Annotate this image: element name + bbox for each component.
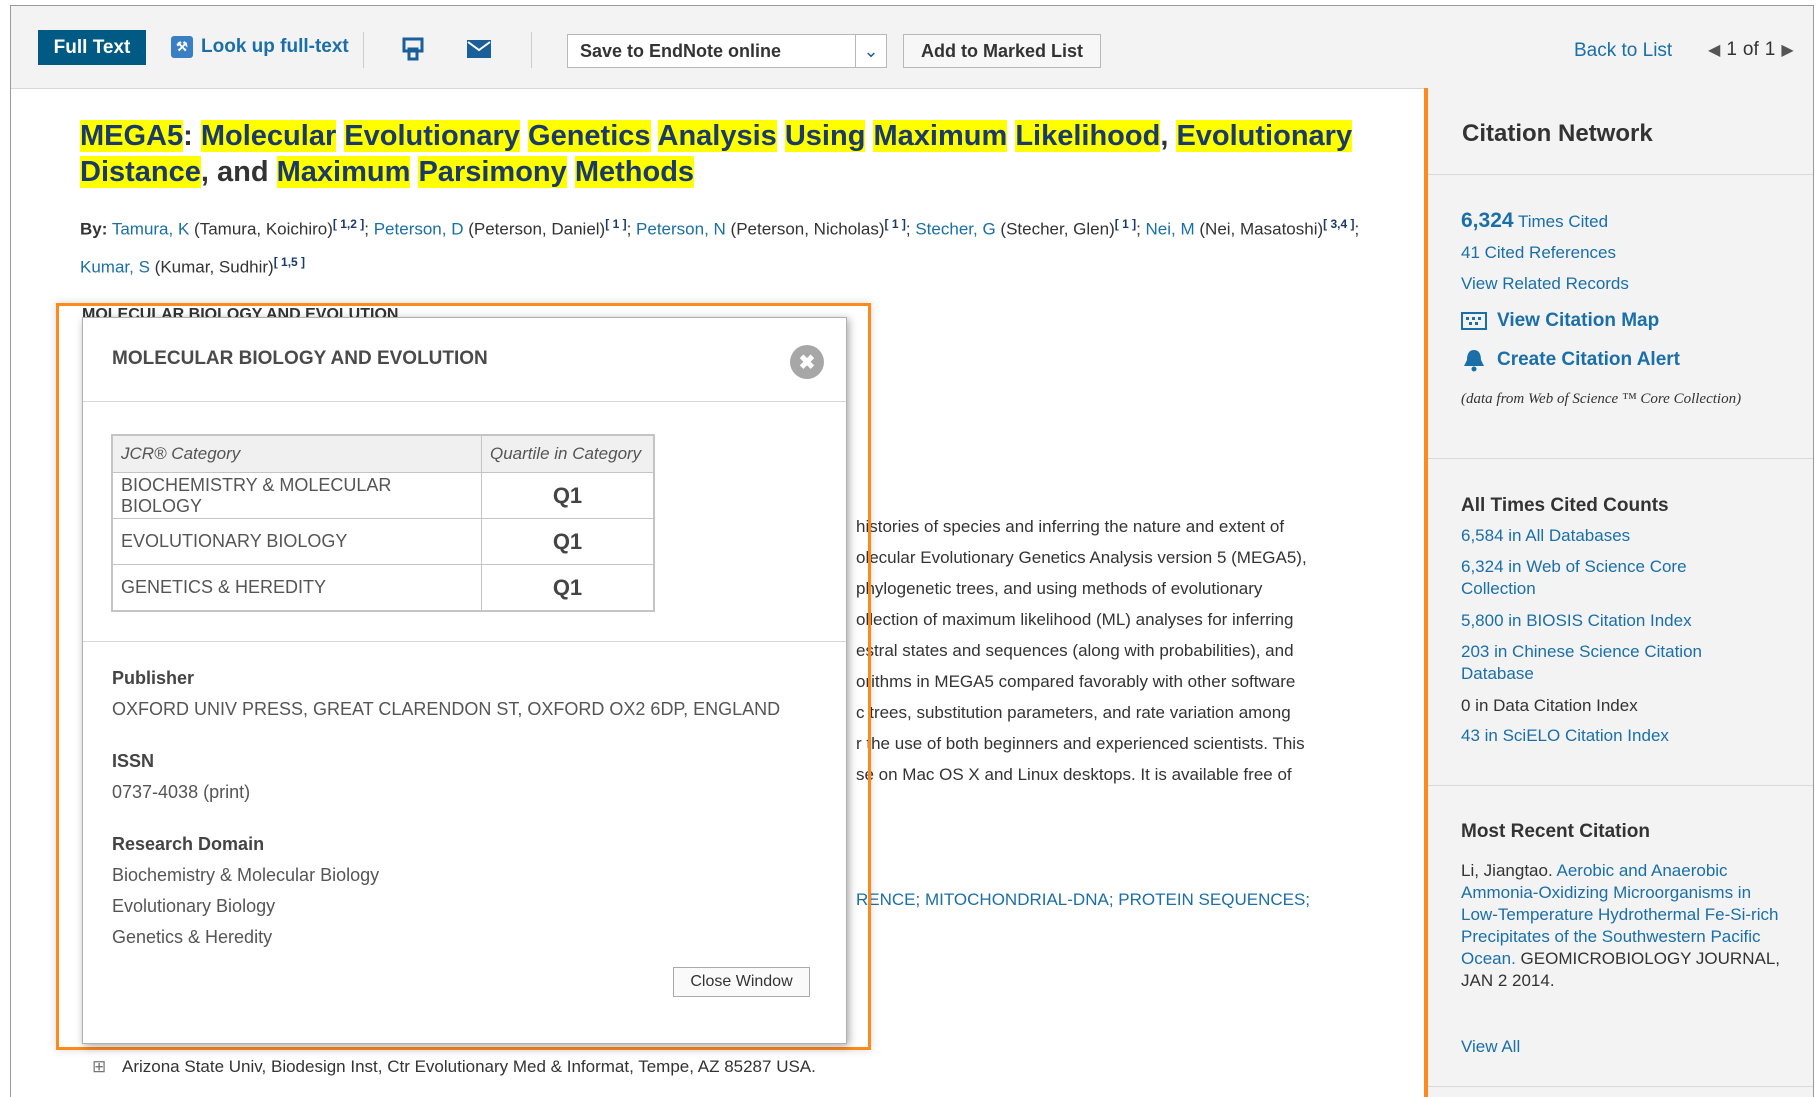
close-icon[interactable]: ✖: [790, 345, 824, 379]
email-icon[interactable]: [465, 36, 493, 62]
times-cited-link[interactable]: 6,324 Times Cited: [1461, 210, 1608, 233]
back-to-list-link[interactable]: Back to List: [1574, 40, 1672, 62]
next-arrow-icon[interactable]: ▶: [1781, 40, 1793, 60]
endnote-label: Save to EndNote online: [580, 40, 782, 61]
author-link[interactable]: Nei, M: [1146, 220, 1195, 239]
lookup-icon: ⚒: [171, 36, 193, 58]
all-times-cited-title: All Times Cited Counts: [1461, 495, 1669, 516]
address-text: Arizona State Univ, Biodesign Inst, Ctr …: [122, 1057, 816, 1076]
cited-references-link[interactable]: 41 Cited References: [1461, 242, 1616, 264]
record-main: MEGA5: Molecular Evolutionary Genetics A…: [80, 118, 1360, 283]
create-citation-alert-link[interactable]: Create Citation Alert: [1461, 348, 1680, 372]
add-to-marked-list-button[interactable]: Add to Marked List: [903, 34, 1101, 68]
issn-label: ISSN: [112, 751, 155, 771]
previous-arrow-icon[interactable]: ◀: [1708, 40, 1720, 60]
expand-plus-icon[interactable]: ⊞: [92, 1057, 106, 1077]
divider: [83, 641, 846, 642]
most-recent-citation-title: Most Recent Citation: [1461, 821, 1650, 842]
author-list: By: Tamura, K (Tamura, Koichiro)[ 1,2 ];…: [80, 217, 1360, 277]
research-domain-item: Genetics & Heredity: [112, 927, 273, 947]
author-link[interactable]: Peterson, N: [636, 220, 726, 239]
pager: ◀ 1 of 1 ▶: [1708, 39, 1794, 61]
divider: [83, 401, 846, 402]
chevron-down-icon[interactable]: ⌄: [855, 35, 886, 67]
count-data-citation: 0 in Data Citation Index: [1461, 696, 1638, 715]
recent-citation-author: Li, Jiangtao.: [1461, 861, 1553, 880]
view-related-records-link[interactable]: View Related Records: [1461, 273, 1629, 295]
count-chinese-science[interactable]: 203 in Chinese Science Citation Database: [1461, 641, 1761, 685]
popup-title: MOLECULAR BIOLOGY AND EVOLUTION: [112, 348, 488, 369]
page-title: MEGA5: Molecular Evolutionary Genetics A…: [80, 120, 1353, 188]
author-link[interactable]: Kumar, S: [80, 257, 150, 276]
divider: [1428, 174, 1813, 175]
publisher-label: Publisher: [112, 668, 195, 688]
view-citation-map-link[interactable]: View Citation Map: [1461, 310, 1659, 332]
issn-value: 0737-4038 (print): [112, 782, 251, 802]
count-biosis[interactable]: 5,800 in BIOSIS Citation Index: [1461, 610, 1801, 632]
journal-info-popup: MOLECULAR BIOLOGY AND EVOLUTION ✖ JCR® C…: [82, 317, 847, 1044]
table-row: EVOLUTIONARY BIOLOGY Q1: [111, 518, 655, 565]
author-link[interactable]: Tamura, K: [112, 220, 189, 239]
bell-icon: [1464, 350, 1484, 372]
table-row: BIOCHEMISTRY & MOLECULAR BIOLOGY Q1: [111, 472, 655, 519]
print-icon[interactable]: [399, 36, 427, 62]
col-header-quartile: Quartile in Category: [481, 434, 655, 473]
citation-map-icon: [1461, 312, 1487, 330]
author-link[interactable]: Stecher, G: [915, 220, 995, 239]
toolbar-divider: [531, 32, 532, 68]
lookup-label: Look up full-text: [201, 36, 349, 57]
divider: [1428, 1086, 1813, 1087]
toolbar-divider: [363, 32, 364, 68]
col-header-category: JCR® Category: [111, 434, 482, 473]
save-to-endnote-select[interactable]: Save to EndNote online ⌄: [567, 34, 887, 68]
table-row: GENETICS & HEREDITY Q1: [111, 564, 655, 612]
page-of: of: [1742, 39, 1759, 60]
research-domain-item: Evolutionary Biology: [112, 896, 276, 916]
count-all-databases[interactable]: 6,584 in All Databases: [1461, 525, 1801, 547]
author-link[interactable]: Peterson, D: [374, 220, 464, 239]
page-total: 1: [1764, 39, 1776, 60]
citation-network-sidebar: Citation Network 6,324 Times Cited 41 Ci…: [1424, 88, 1813, 1097]
close-window-button[interactable]: Close Window: [673, 967, 810, 997]
recent-citation: Li, Jiangtao. Aerobic and Anaerobic Ammo…: [1461, 860, 1781, 992]
data-source-note: (data from Web of Science ™ Core Collect…: [1461, 391, 1742, 407]
divider: [1428, 458, 1813, 459]
publisher-value: OXFORD UNIV PRESS, GREAT CLARENDON ST, O…: [112, 699, 781, 719]
research-domain-label: Research Domain: [112, 834, 265, 854]
lookup-full-text-link[interactable]: ⚒ Look up full-text: [171, 36, 349, 58]
research-domain-item: Biochemistry & Molecular Biology: [112, 865, 380, 885]
keywords-plus[interactable]: RENCE; MITOCHONDRIAL-DNA; PROTEIN SEQUEN…: [856, 890, 1310, 910]
page-current: 1: [1726, 39, 1737, 60]
count-scielo[interactable]: 43 in SciELO Citation Index: [1461, 725, 1669, 747]
sidebar-title: Citation Network: [1462, 120, 1653, 147]
count-wos-core[interactable]: 6,324 in Web of Science Core Collection: [1461, 556, 1751, 600]
full-text-button[interactable]: Full Text: [38, 30, 146, 65]
view-all-link[interactable]: View All: [1461, 1036, 1520, 1058]
toolbar: Full Text ⚒ Look up full-text Save to En…: [11, 6, 1813, 89]
jcr-category-table: JCR® Category Quartile in Category BIOCH…: [111, 434, 655, 612]
divider: [1428, 785, 1813, 786]
